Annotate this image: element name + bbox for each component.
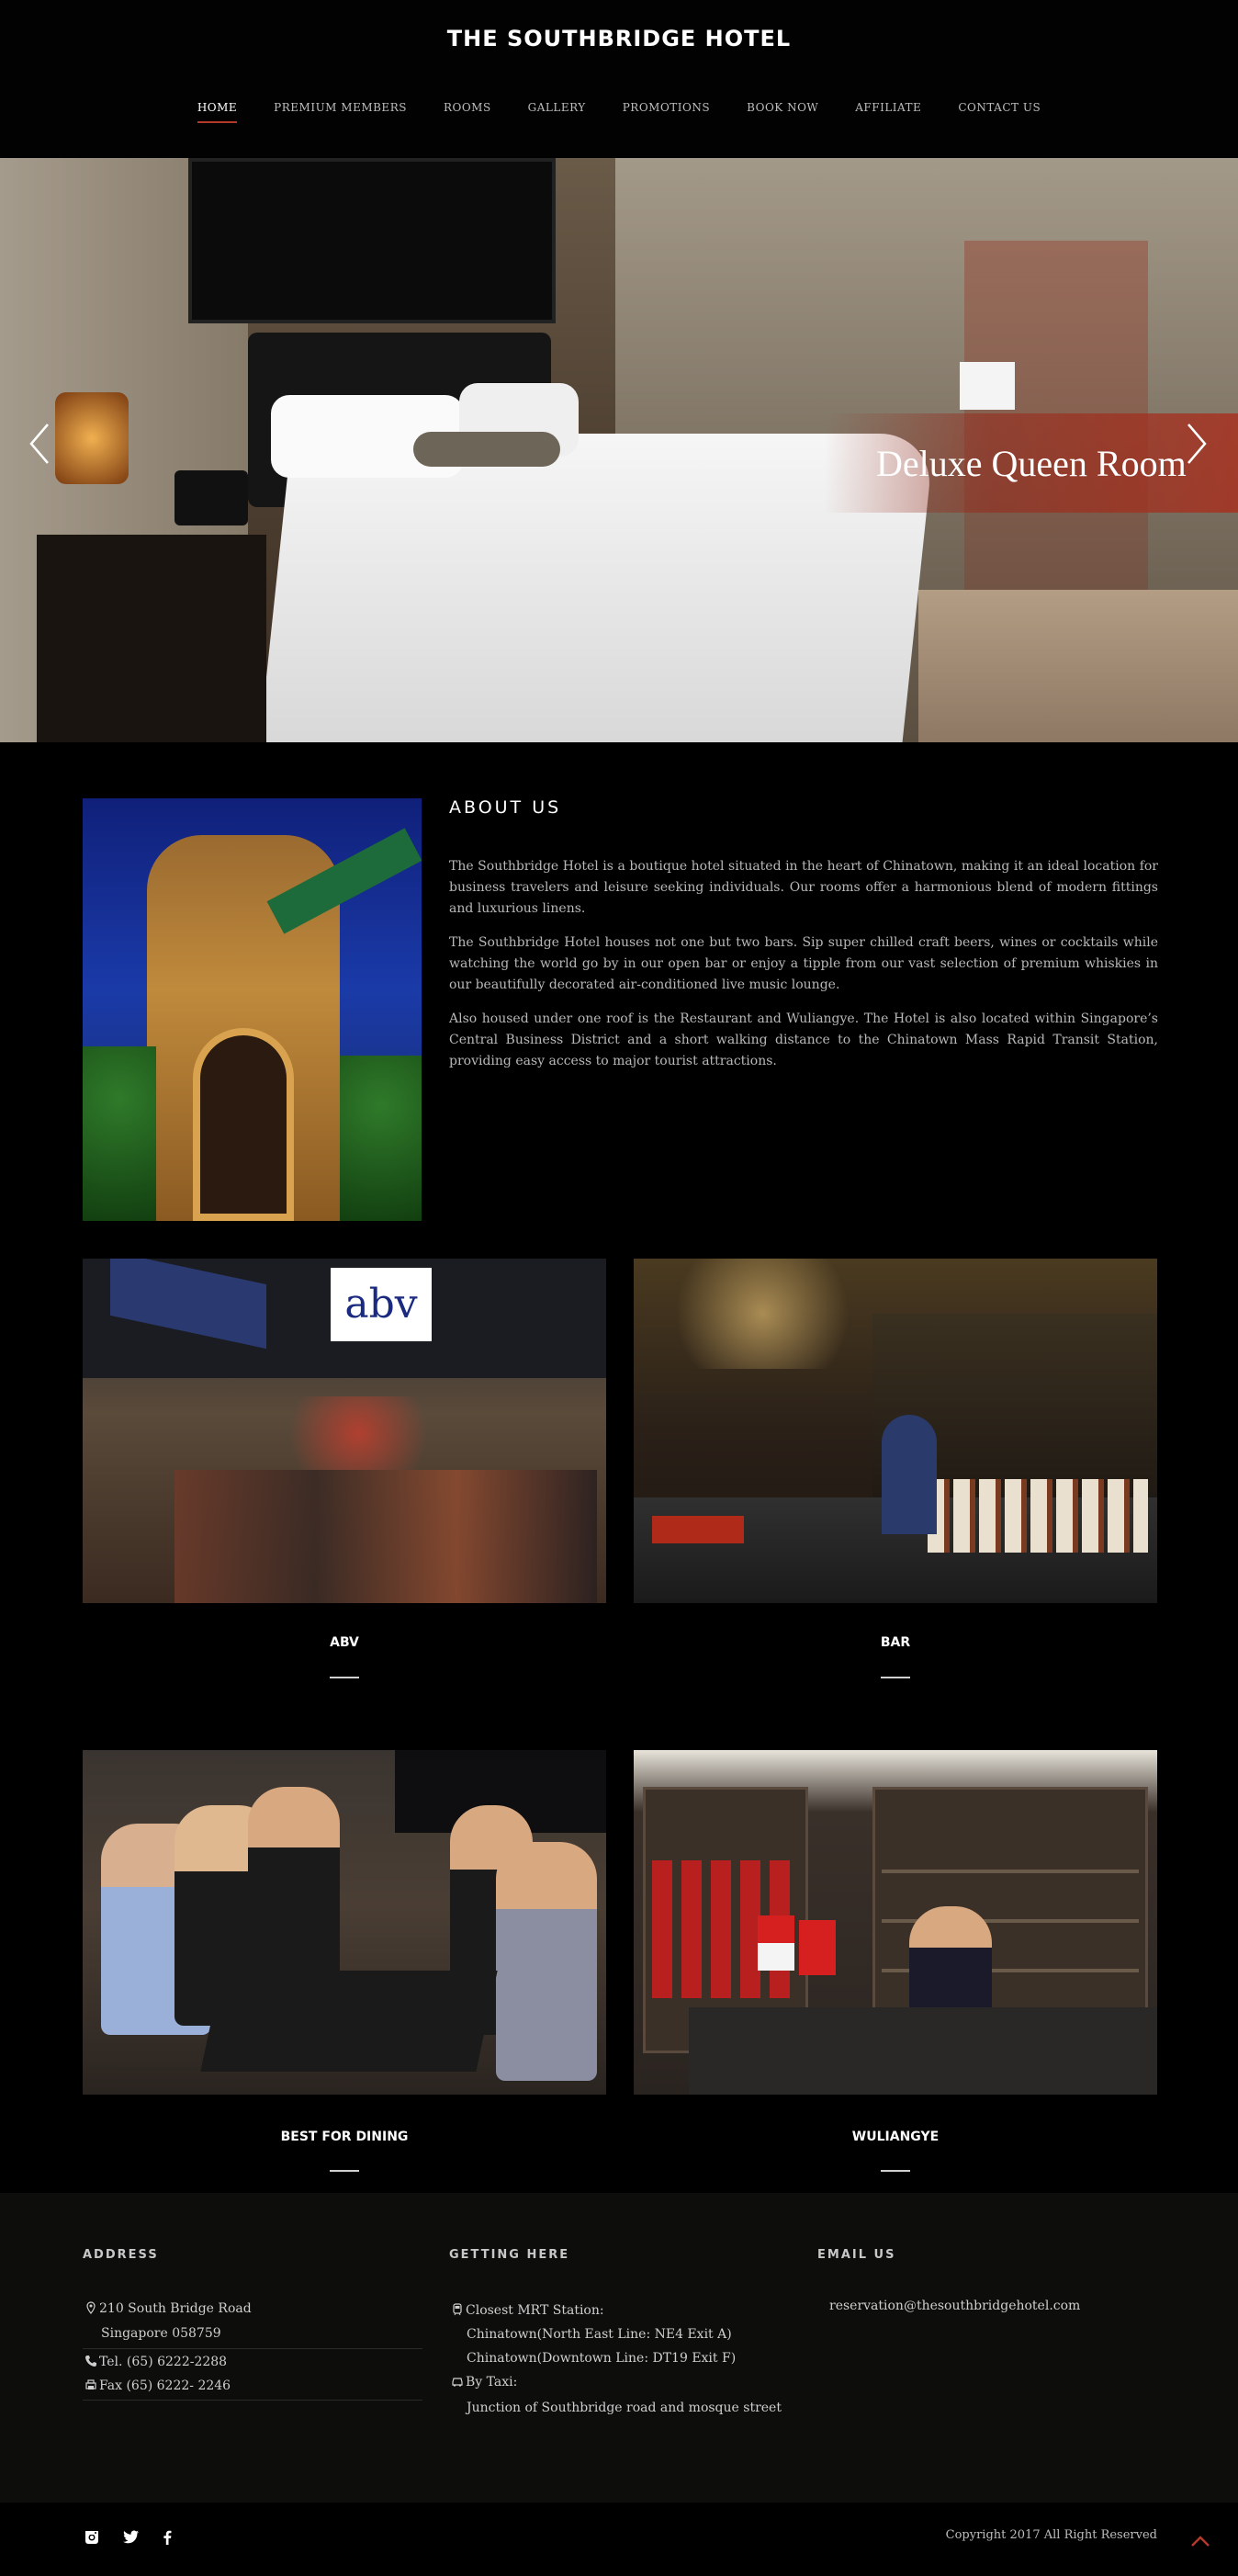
nav-premium-members[interactable]: PREMIUM MEMBERS <box>274 101 407 123</box>
site-logo[interactable]: THE SOUTHBRIDGE HOTEL <box>0 26 1238 51</box>
nav-affiliate[interactable]: AFFILIATE <box>855 101 921 123</box>
address-line-2: Singapore 058759 <box>101 2326 221 2341</box>
footer-email-title: EMAIL US <box>817 2248 896 2262</box>
wuliangye-image[interactable] <box>634 1750 1157 2095</box>
taxi-label: By Taxi: <box>451 2370 517 2394</box>
slider-next-arrow-icon[interactable] <box>1183 421 1210 467</box>
about-paragraph: The Southbridge Hotel is a boutique hote… <box>449 859 1158 916</box>
nav-promotions[interactable]: PROMOTIONS <box>623 101 710 123</box>
dining-title[interactable]: BEST FOR DINING <box>83 2130 606 2144</box>
taxi-icon <box>452 2378 463 2387</box>
nav-book-now[interactable]: BOOK NOW <box>747 101 818 123</box>
hero-slider: Deluxe Queen Room <box>0 158 1238 742</box>
about-text: The Southbridge Hotel is a boutique hote… <box>449 856 1158 1085</box>
nav-gallery[interactable]: GALLERY <box>528 101 586 123</box>
nav-contact-us[interactable]: CONTACT US <box>958 101 1041 123</box>
hero-caption-text: Deluxe Queen Room <box>876 442 1187 484</box>
fax-icon <box>85 2379 96 2390</box>
copyright-text: Copyright 2017 All Right Reserved <box>945 2528 1157 2542</box>
instagram-icon[interactable] <box>81 2526 103 2548</box>
phone-line[interactable]: Tel. (65) 6222-2288 <box>84 2350 227 2374</box>
mrt-label: Closest MRT Station: <box>451 2299 604 2322</box>
dining-image[interactable] <box>83 1750 606 2095</box>
map-pin-icon <box>86 2301 96 2314</box>
abv-sign: abv <box>331 1268 432 1341</box>
phone-icon <box>85 2356 96 2367</box>
wuliangye-divider <box>881 2170 910 2172</box>
about-hotel-exterior-image <box>83 798 422 1221</box>
footer-address-title: ADDRESS <box>83 2248 159 2262</box>
nav-rooms[interactable]: ROOMS <box>444 101 491 123</box>
twitter-icon[interactable] <box>119 2526 141 2548</box>
abv-title[interactable]: ABV <box>83 1635 606 1650</box>
bar-divider <box>881 1677 910 1678</box>
site-header: THE SOUTHBRIDGE HOTEL HOME PREMIUM MEMBE… <box>0 0 1238 158</box>
about-paragraph: The Southbridge Hotel houses not one but… <box>449 935 1158 992</box>
slider-prev-arrow-icon[interactable] <box>26 421 53 467</box>
taxi-directions: Junction of Southbridge road and mosque … <box>467 2401 782 2415</box>
address-line-1: 210 South Bridge Road <box>84 2297 252 2321</box>
wuliangye-title[interactable]: WULIANGYE <box>634 2130 1157 2144</box>
abv-image[interactable]: abv <box>83 1259 606 1603</box>
dining-divider <box>330 2170 359 2172</box>
hero-caption: Deluxe Queen Room <box>825 413 1238 513</box>
bar-title[interactable]: BAR <box>634 1635 1157 1650</box>
nav-home[interactable]: HOME <box>197 101 238 123</box>
main-nav: HOME PREMIUM MEMBERS ROOMS GALLERY PROMO… <box>0 101 1238 123</box>
bar-image[interactable] <box>634 1259 1157 1603</box>
footer-getting-here-title: GETTING HERE <box>449 2248 570 2262</box>
train-icon <box>453 2303 462 2316</box>
back-to-top-icon[interactable] <box>1190 2534 1210 2547</box>
about-paragraph: Also housed under one roof is the Restau… <box>449 1011 1158 1068</box>
fax-line: Fax (65) 6222- 2246 <box>84 2374 231 2398</box>
email-link[interactable]: reservation@thesouthbridgehotel.com <box>829 2294 1080 2318</box>
abv-divider <box>330 1677 359 1678</box>
facebook-icon[interactable] <box>156 2526 178 2548</box>
mrt-line-2: Chinatown(Downtown Line: DT19 Exit F) <box>467 2351 737 2366</box>
mrt-line-1: Chinatown(North East Line: NE4 Exit A) <box>467 2327 732 2342</box>
about-title: ABOUT US <box>449 797 562 818</box>
